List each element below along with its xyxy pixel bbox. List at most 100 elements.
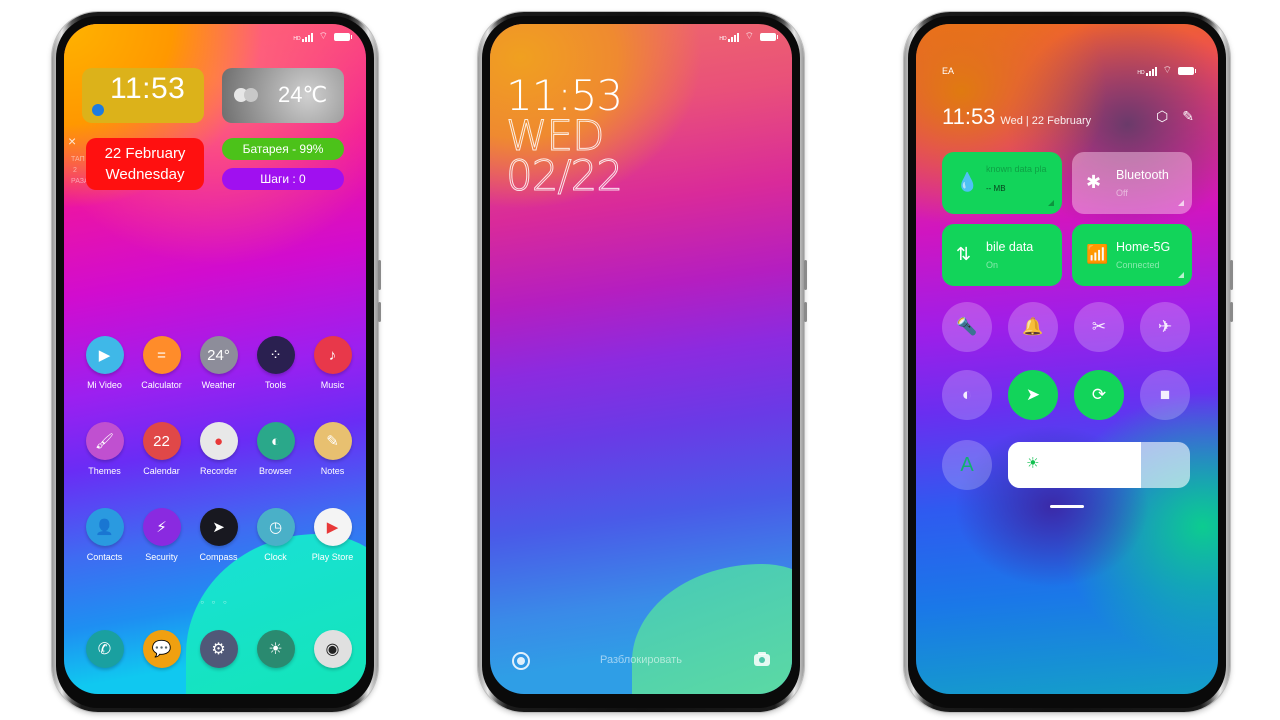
- equals-icon: =: [142, 336, 181, 374]
- app-themes[interactable]: 🖌 Themes: [76, 422, 133, 476]
- weather-temperature: 24℃: [278, 82, 328, 107]
- tile-data-usage[interactable]: 💧 known data pla -- MB: [942, 152, 1062, 214]
- battery-widget[interactable]: Батарея - 99%: [222, 138, 344, 160]
- status-bar: HD ⌔: [293, 31, 352, 42]
- phone-home-screen: HD ⌔ 11:53 24℃ × ТАП 2 РАЗА 22 February …: [52, 12, 381, 712]
- alarm-clock-icon: [92, 104, 104, 116]
- clock-icon: ◷: [256, 508, 295, 546]
- app-notes[interactable]: ✎ Notes: [304, 422, 361, 476]
- status-bar: HD ⌔: [719, 31, 778, 42]
- settings-hexagon-icon[interactable]: ⬡: [1156, 108, 1168, 125]
- phone-control-center: EA HD ⌔ 11:53 Wed | 22 February ⬡ ✎ 💧 kno…: [904, 12, 1233, 712]
- expand-corner-icon[interactable]: [1178, 200, 1184, 206]
- clock-widget[interactable]: 11:53: [82, 68, 204, 123]
- app-compass[interactable]: ➤ Compass: [190, 508, 247, 562]
- control-center-header: 11:53 Wed | 22 February: [942, 104, 1091, 130]
- cc-header-actions: ⬡ ✎: [1156, 108, 1194, 125]
- app-label: Recorder: [199, 466, 237, 476]
- app-recorder[interactable]: ● Recorder: [190, 422, 247, 476]
- settings-gear-icon[interactable]: ⚙: [199, 630, 238, 668]
- mobile-data-icon: ⇅: [956, 244, 972, 264]
- tile-title: bile data: [986, 240, 1034, 254]
- app-music[interactable]: ♪ Music: [304, 336, 361, 390]
- app-label: Tools: [264, 380, 286, 390]
- auto-brightness-toggle[interactable]: A: [942, 440, 992, 490]
- app-mi-video[interactable]: ▶ Mi Video: [76, 336, 133, 390]
- camera-icon[interactable]: ◉: [313, 630, 352, 668]
- lock-clock: 11:53 WED 02/22: [505, 71, 623, 198]
- app-label: Compass: [199, 552, 238, 562]
- brightness-slider[interactable]: ☀: [1008, 442, 1190, 488]
- app-clock[interactable]: ◷ Clock: [247, 508, 304, 562]
- phone-icon[interactable]: ✆: [85, 630, 124, 668]
- toggle-flashlight[interactable]: 🔦: [942, 302, 992, 352]
- date-widget-date: 22 February: [104, 145, 186, 162]
- volume-button: [804, 260, 807, 290]
- app-label: Weather: [201, 380, 236, 390]
- toggle-mute[interactable]: 🔔: [1008, 302, 1058, 352]
- flashlight-icon: 🔦: [956, 317, 978, 336]
- toggle-dark-mode[interactable]: ◐: [942, 370, 992, 420]
- app-label: Calculator: [141, 380, 182, 390]
- clock-widget-time: 11:53: [110, 72, 186, 105]
- water-drop-icon: 💧: [956, 172, 979, 192]
- cc-time: 11:53: [942, 104, 996, 129]
- close-handle[interactable]: [1050, 505, 1084, 508]
- wifi-icon: ⌔: [318, 31, 328, 42]
- app-tools[interactable]: ⁘ Tools: [247, 336, 304, 390]
- app-browser[interactable]: ◐ Browser: [247, 422, 304, 476]
- wifi-icon: ⌔: [744, 31, 754, 42]
- expand-corner-icon[interactable]: [1178, 272, 1184, 278]
- app-label: Notes: [320, 466, 345, 476]
- play-store-icon: ▶: [313, 508, 352, 546]
- toggle-location[interactable]: ➤: [1008, 370, 1058, 420]
- gallery-icon[interactable]: ☀: [256, 630, 295, 668]
- lock-screen: HD ⌔ 11:53 WED 02/22 Разблокировать: [490, 24, 792, 694]
- calendar-icon: 22: [142, 422, 181, 460]
- tools-icon: ⁘: [256, 336, 295, 374]
- camera-icon[interactable]: [754, 652, 770, 666]
- power-button: [1230, 302, 1233, 322]
- app-label: Play Store: [311, 552, 354, 562]
- toggle-screen-record[interactable]: ■: [1140, 370, 1190, 420]
- lock-time: 11:53: [506, 71, 623, 120]
- app-label: Browser: [258, 466, 292, 476]
- date-widget-weekday: Wednesday: [105, 166, 185, 183]
- volume-button: [1230, 260, 1233, 290]
- edit-icon[interactable]: ✎: [1182, 108, 1194, 125]
- app-weather[interactable]: 24° Weather: [190, 336, 247, 390]
- weather-widget[interactable]: 24℃: [222, 68, 344, 123]
- date-widget[interactable]: 22 February Wednesday: [86, 138, 204, 190]
- app-calendar[interactable]: 22 Calendar: [133, 422, 190, 476]
- tile-wifi[interactable]: 📶 Home-5G Connected: [1072, 224, 1192, 286]
- app-calculator[interactable]: = Calculator: [133, 336, 190, 390]
- page-indicator[interactable]: ○ ○ ○: [64, 600, 366, 606]
- unlock-hint[interactable]: Разблокировать: [490, 654, 792, 666]
- scissors-icon: ✂: [1091, 317, 1107, 336]
- toggle-rotation-lock[interactable]: ⟳: [1074, 370, 1124, 420]
- tile-status: Off: [1116, 188, 1128, 198]
- expand-corner-icon[interactable]: [1048, 200, 1054, 206]
- app-contacts[interactable]: 👤 Contacts: [76, 508, 133, 562]
- battery-icon: [760, 33, 778, 41]
- play-icon: ▶: [85, 336, 124, 374]
- carrier-label: EA: [942, 66, 955, 76]
- app-label: Calendar: [143, 466, 180, 476]
- toggle-airplane[interactable]: ✈: [1140, 302, 1190, 352]
- app-security[interactable]: ⚡ Security: [133, 508, 190, 562]
- tap-twice-hint: ТАП 2 РАЗА: [71, 156, 89, 185]
- tile-bluetooth[interactable]: ✱ Bluetooth Off: [1072, 152, 1192, 214]
- music-note-icon: ♪: [313, 336, 352, 374]
- messages-icon[interactable]: 💬: [142, 630, 181, 668]
- cellular-signal-icon: HD: [719, 32, 739, 42]
- tile-mobile-data[interactable]: ⇅ bile data On: [942, 224, 1062, 286]
- cc-date: Wed | 22 February: [1000, 115, 1092, 127]
- close-icon[interactable]: ×: [68, 134, 76, 148]
- tile-title: Bluetooth: [1116, 168, 1169, 182]
- toggle-screenshot[interactable]: ✂: [1074, 302, 1124, 352]
- cellular-signal-icon: HD: [293, 32, 313, 42]
- steps-widget[interactable]: Шаги : 0: [222, 168, 344, 190]
- app-play-store[interactable]: ▶ Play Store: [304, 508, 361, 562]
- contact-icon: 👤: [85, 508, 124, 546]
- lock-bottom-bar: Разблокировать: [490, 650, 792, 674]
